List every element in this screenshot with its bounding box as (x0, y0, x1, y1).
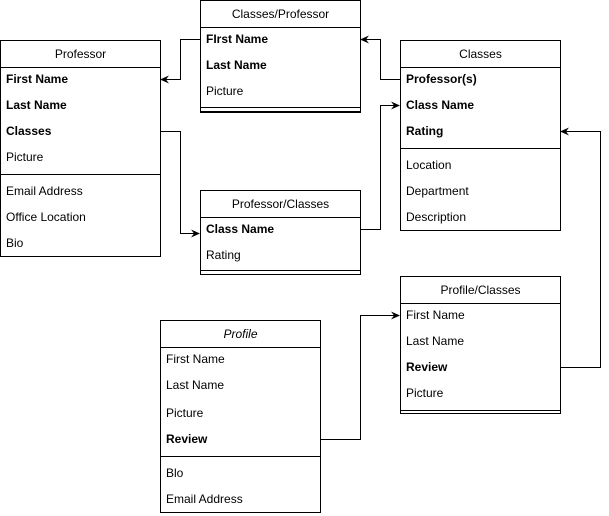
connector-line (560, 131, 601, 368)
connector-line (362, 39, 400, 80)
connector-line (160, 131, 198, 234)
connector-line (320, 315, 398, 440)
connector-line (162, 39, 201, 80)
connector-line (360, 105, 398, 230)
connections-layer (160, 35, 601, 440)
